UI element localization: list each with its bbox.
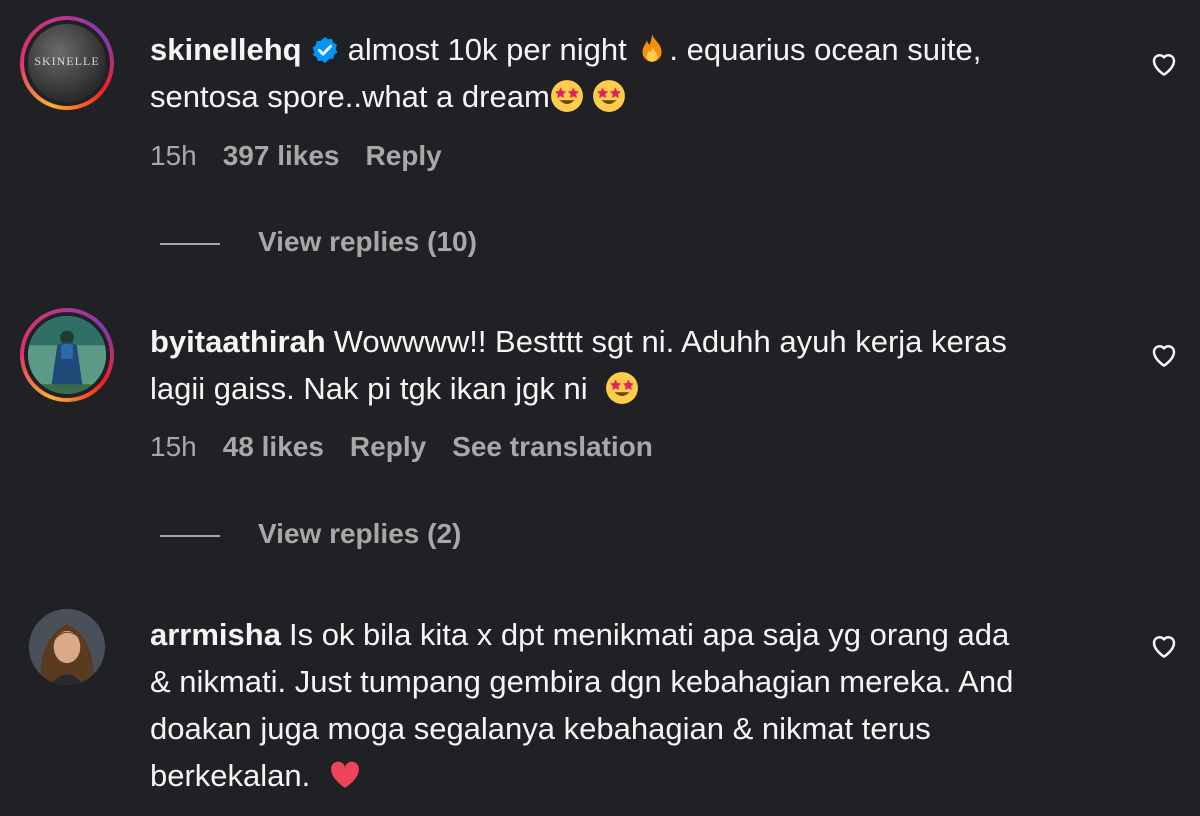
replies-divider (160, 534, 220, 537)
star-struck-emoji (605, 372, 638, 404)
verified-badge-icon (312, 36, 337, 64)
comment-text: arrmisha Is ok bila kita x dpt menikmati … (150, 611, 1130, 799)
star-struck-emoji (550, 80, 583, 112)
comment-text: skinellehq almost 10k per night . equariu… (150, 26, 1130, 120)
comment-text-part1: almost 10k per night (347, 32, 627, 67)
avatar-photo (28, 316, 106, 394)
view-replies-button[interactable]: View replies (10) (160, 226, 477, 258)
replies-divider (160, 242, 220, 245)
avatar-photo (29, 609, 105, 685)
comment-text-line3: doakan juga moga segalanya kebahagian & … (150, 711, 931, 746)
heart-outline-icon[interactable] (1148, 49, 1180, 79)
avatar-arrmisha[interactable] (29, 609, 105, 685)
reply-button[interactable]: Reply (366, 140, 442, 171)
comment-text-line2: & nikmati. Just tumpang gembira dgn keba… (150, 664, 1014, 699)
comment-likes[interactable]: 397 likes (223, 140, 340, 171)
comment-text-line1: Wowwww!! Bestttt sgt ni. Aduhh ayuh kerj… (333, 324, 1007, 359)
see-translation-button[interactable]: See translation (452, 431, 653, 462)
comment-username[interactable]: arrmisha (150, 617, 281, 652)
comment-text-line1: Is ok bila kita x dpt menikmati apa saja… (288, 617, 1010, 652)
comment-text-line2: sentosa spore..what a dream (150, 79, 550, 114)
comment-likes[interactable]: 48 likes (223, 431, 324, 462)
comment-username[interactable]: skinellehq (150, 32, 302, 67)
reply-button[interactable]: Reply (350, 431, 426, 462)
view-replies-label: View replies (2) (258, 518, 462, 549)
heart-outline-icon[interactable] (1148, 340, 1180, 370)
comment-meta: 15h 48 likes Reply See translation (150, 431, 679, 463)
view-replies-button[interactable]: View replies (2) (160, 518, 461, 550)
fire-emoji (642, 34, 662, 62)
comment-meta: 15h 397 likes Reply (150, 140, 468, 172)
view-replies-label: View replies (10) (258, 226, 477, 257)
avatar-byitaathirah[interactable] (20, 308, 114, 402)
avatar-skinellehq[interactable]: SKINELLE (20, 16, 114, 110)
comment-text-line4: berkekalan. (150, 758, 311, 793)
comment-time: 15h (150, 140, 197, 171)
red-heart-emoji (330, 761, 359, 788)
avatar-logo-text: SKINELLE (34, 54, 100, 68)
comment-text-line2: lagii gaiss. Nak pi tgk ikan jgk ni (150, 371, 588, 406)
comment-text: byitaathirah Wowwww!! Bestttt sgt ni. Adu… (150, 318, 1130, 412)
heart-outline-icon[interactable] (1148, 631, 1180, 661)
comment-text-part2: . equarius ocean suite, (669, 32, 982, 67)
comment-username[interactable]: byitaathirah (150, 324, 326, 359)
comment-time: 15h (150, 431, 197, 462)
star-struck-emoji (593, 80, 626, 112)
